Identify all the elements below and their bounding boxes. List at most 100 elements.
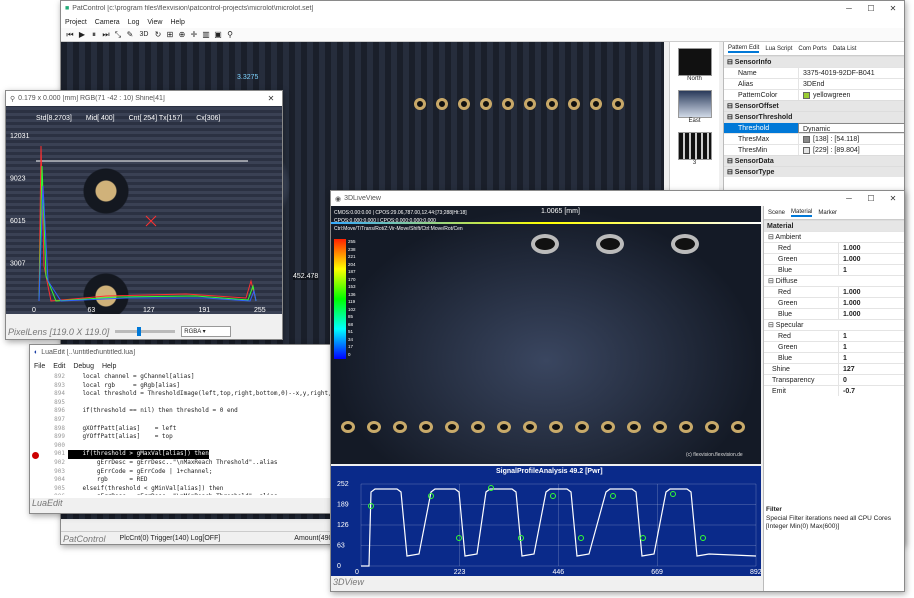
code-line[interactable]: gYOffPatt[alias] = top (68, 433, 346, 442)
grid-icon[interactable]: ⊞ (165, 30, 175, 40)
code-line[interactable]: gXOffPatt[alias] = left (68, 425, 346, 434)
property-section[interactable]: ⊟ SensorData (724, 155, 904, 166)
material-value[interactable]: 1 (838, 342, 904, 352)
material-row[interactable]: Blue 1.000 (764, 308, 904, 319)
maximize-icon[interactable]: ☐ (860, 4, 882, 13)
property-section[interactable]: ⊟ SensorInfo (724, 56, 904, 67)
3d-icon[interactable]: 3D (137, 30, 151, 40)
close-icon[interactable]: ✕ (882, 194, 904, 203)
code-line[interactable]: local threshold = ThresholdImage(left,to… (68, 390, 346, 399)
minimize-icon[interactable]: ─ (838, 194, 860, 203)
material-row[interactable]: Green 1 (764, 341, 904, 352)
code-line[interactable] (68, 442, 346, 451)
material-value[interactable]: 0 (838, 375, 904, 385)
code-line[interactable] (68, 399, 346, 408)
tab-pattern-edit[interactable]: Pattern Edit (728, 45, 760, 53)
mode-select[interactable]: RGBA ▾ (181, 326, 232, 337)
property-row[interactable]: PatternColor yellowgreen (724, 89, 904, 100)
material-group[interactable]: ⊟ Specular (764, 319, 904, 330)
material-row[interactable]: Red 1 (764, 330, 904, 341)
play-icon[interactable]: ▶ (77, 30, 87, 40)
property-value[interactable]: [229] : [89.804] (798, 145, 904, 155)
lua-menu-help[interactable]: Help (102, 363, 116, 370)
code-line[interactable]: local channel = gChannel[alias] (68, 373, 346, 382)
material-value[interactable]: 127 (838, 364, 904, 374)
thumb-east[interactable] (678, 90, 712, 118)
image-icon[interactable]: ▣ (213, 30, 223, 40)
close-icon[interactable]: ✕ (882, 4, 904, 13)
pause-icon[interactable]: ⏸ (89, 30, 99, 40)
material-value[interactable]: 1 (838, 331, 904, 341)
tab-scene[interactable]: Scene (768, 210, 785, 216)
3d-scene[interactable]: 1.0065 [mm] CMOS:0.00:0.00 | CPOS:29.06,… (331, 206, 761, 464)
menu-project[interactable]: Project (65, 19, 87, 26)
code-lines[interactable]: local channel = gChannel[alias] local rg… (68, 373, 346, 495)
property-value[interactable]: yellowgreen (798, 90, 904, 100)
code-line[interactable]: gErrCode = gErrCode | 1+channel; (68, 468, 346, 477)
property-value[interactable]: [138] : [54.118] (798, 134, 904, 144)
code-line[interactable]: gErrDesc = gErrDesc.."\nMaxReach Thresho… (68, 459, 346, 468)
step-forward-icon[interactable]: ⏭ (101, 30, 111, 40)
menu-log[interactable]: Log (128, 19, 140, 26)
menu-help[interactable]: Help (170, 19, 184, 26)
select-tool-icon[interactable]: ⤡ (113, 30, 123, 40)
tab-data-list[interactable]: Data List (833, 46, 857, 52)
target-icon[interactable]: ⊕ (177, 30, 187, 40)
property-section[interactable]: ⊟ SensorThreshold (724, 111, 904, 122)
property-row[interactable]: Name 3375-4019-92DF-B041 (724, 67, 904, 78)
material-row[interactable]: Green 1.000 (764, 297, 904, 308)
property-section[interactable]: ⊟ SensorType (724, 166, 904, 177)
property-value[interactable]: 3DEnd (798, 79, 904, 89)
material-group[interactable]: ⊟ Ambient (764, 231, 904, 242)
property-row[interactable]: ThresMin [229] : [89.804] (724, 144, 904, 155)
material-row[interactable]: Blue 1 (764, 264, 904, 275)
minimize-icon[interactable]: ─ (838, 4, 860, 13)
property-value[interactable]: Dynamic (798, 123, 904, 133)
material-value[interactable]: 1 (838, 265, 904, 275)
code-line[interactable]: if(threshold == nil) then threshold = 0 … (68, 407, 346, 416)
maximize-icon[interactable]: ☐ (860, 194, 882, 203)
zoom-icon[interactable]: ⚲ (225, 30, 235, 40)
breakpoint-gutter[interactable] (30, 373, 42, 495)
material-row[interactable]: Red 1.000 (764, 286, 904, 297)
thumb-north[interactable] (678, 48, 712, 76)
material-value[interactable]: -0.7 (838, 386, 904, 396)
lua-menu-debug[interactable]: Debug (73, 363, 94, 370)
slider-thumb[interactable] (137, 327, 142, 336)
breakpoint-icon[interactable] (32, 452, 39, 459)
material-value[interactable]: 1.000 (838, 298, 904, 308)
material-value[interactable]: 1 (838, 353, 904, 363)
zoom-slider[interactable] (115, 327, 176, 336)
property-row[interactable]: Threshold Dynamic (724, 122, 904, 133)
material-value[interactable]: 1.000 (838, 254, 904, 264)
code-line[interactable]: gErrDesc = gErrDesc.."\nMinReach Thresho… (68, 493, 346, 495)
material-row[interactable]: Red 1.000 (764, 242, 904, 253)
lens-image[interactable]: 12031 9023 6015 3007 0 63 127 191 255 Std[8.2703… (6, 106, 282, 314)
code-line[interactable]: rgb = RED (68, 476, 346, 485)
code-line[interactable] (68, 416, 346, 425)
menu-camera[interactable]: Camera (95, 19, 120, 26)
wrench-icon[interactable]: ✎ (125, 30, 135, 40)
rotate-icon[interactable]: ↻ (153, 30, 163, 40)
lua-menu-file[interactable]: File (34, 363, 45, 370)
property-value[interactable]: 3375-4019-92DF-B041 (798, 68, 904, 78)
histogram-icon[interactable]: ▥ (201, 30, 211, 40)
crosshair-icon[interactable]: ✛ (189, 30, 199, 40)
material-row[interactable]: Green 1.000 (764, 253, 904, 264)
lua-editor[interactable]: 892 893 894 895 896 897 898 899 900 901 902 903 904 9… (30, 373, 346, 495)
material-value[interactable]: 1.000 (838, 287, 904, 297)
material-row[interactable]: Shine 127 (764, 363, 904, 374)
material-group[interactable]: ⊟ Diffuse (764, 275, 904, 286)
tab-material[interactable]: Material (791, 209, 813, 217)
material-value[interactable]: 1.000 (838, 309, 904, 319)
tab-lua-script[interactable]: Lua Script (765, 46, 792, 52)
tab-com-ports[interactable]: Com Ports (798, 46, 826, 52)
property-row[interactable]: Alias 3DEnd (724, 78, 904, 89)
step-back-icon[interactable]: ⏮ (65, 30, 75, 40)
property-section[interactable]: ⊟ SensorOffset (724, 100, 904, 111)
tab-marker[interactable]: Marker (818, 210, 837, 216)
lua-menu-edit[interactable]: Edit (53, 363, 65, 370)
property-row[interactable]: ThresMax [138] : [54.118] (724, 133, 904, 144)
code-line[interactable]: if(threshold > gMaxVal[alias]) then (68, 450, 209, 459)
material-value[interactable]: 1.000 (838, 243, 904, 253)
